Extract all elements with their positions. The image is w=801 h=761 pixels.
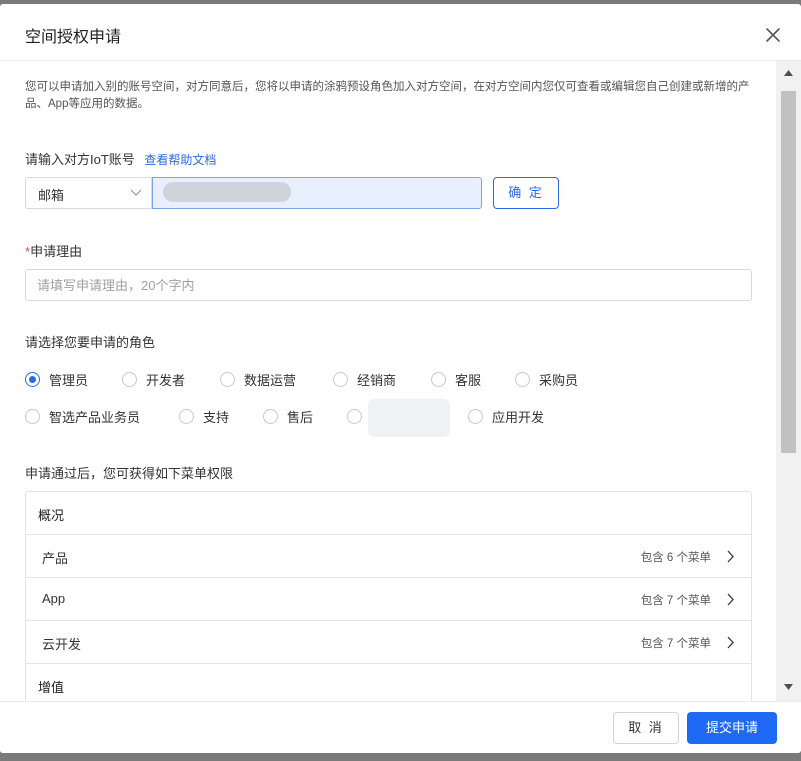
role-radio-app-dev[interactable]: 应用开发 (468, 406, 544, 426)
help-doc-link[interactable]: 查看帮助文档 (144, 153, 216, 167)
account-label-row: 请输入对方IoT账号 查看帮助文档 (25, 149, 216, 168)
account-input[interactable] (152, 177, 482, 209)
chevron-right-icon (727, 593, 734, 606)
radio-icon (179, 408, 194, 424)
permission-name: 概况 (38, 508, 65, 523)
radio-icon (333, 371, 348, 387)
role-label: 管理员 (49, 372, 89, 388)
close-button[interactable] (760, 22, 786, 48)
role-radio-admin[interactable]: 管理员 (25, 369, 88, 389)
permission-name: 产品 (42, 551, 69, 566)
intro-text: 您可以申请加入别的账号空间，对方同意后，您将以申请的涂鸦预设角色加入对方空间，在… (25, 81, 750, 110)
permission-count: 包含 6 个菜单 (640, 552, 711, 564)
chevron-right-icon (727, 636, 734, 649)
permission-group-value-added[interactable]: 增值 (26, 664, 751, 701)
dialog-body: 您可以申请加入别的账号空间，对方同意后，您将以申请的涂鸦预设角色加入对方空间，在… (0, 61, 776, 701)
account-label: 请输入对方IoT账号 (25, 152, 135, 167)
radio-icon (515, 371, 530, 387)
close-icon (766, 28, 780, 42)
permissions-label: 申请通过后，您可获得如下菜单权限 (25, 466, 234, 481)
redacted-account-value (163, 182, 291, 202)
confirm-account-button[interactable]: 确 定 (493, 177, 559, 209)
role-radio-product-sales[interactable]: 智选产品业务员 (25, 406, 140, 426)
role-radio-dealer[interactable]: 经销商 (333, 369, 396, 389)
permission-group-overview[interactable]: 概况 (26, 492, 751, 535)
role-label: 经销商 (357, 372, 397, 388)
radio-icon (25, 408, 40, 424)
vertical-scrollbar[interactable] (776, 61, 801, 701)
permission-name: 增值 (38, 680, 65, 695)
cancel-button[interactable]: 取 消 (613, 712, 679, 744)
permission-count: 包含 7 个菜单 (640, 595, 711, 607)
reason-label-row: *申请理由 (25, 241, 82, 260)
role-radio-support[interactable]: 支持 (179, 406, 229, 426)
scroll-down-icon[interactable] (783, 683, 794, 691)
role-label: 开发者 (146, 372, 186, 388)
permission-row-app[interactable]: App 包含 7 个菜单 (26, 578, 751, 621)
dialog-footer: 取 消 提交申请 (0, 701, 801, 753)
role-label: 数据运营 (244, 372, 297, 388)
radio-selected-icon (25, 371, 40, 387)
role-radio-developer[interactable]: 开发者 (122, 369, 185, 389)
radio-icon (122, 371, 137, 387)
permissions-table: 概况 产品 包含 6 个菜单 App 包含 7 个菜单 云开发 包含 7 个菜单 (25, 491, 752, 701)
radio-icon (468, 408, 483, 424)
radio-icon (263, 408, 278, 424)
radio-icon (347, 408, 362, 424)
scrollbar-thumb[interactable] (781, 91, 796, 453)
permission-name: App (42, 591, 66, 606)
scroll-up-icon[interactable] (783, 69, 794, 77)
role-radio-support-service[interactable]: 客服 (431, 369, 481, 389)
radio-icon (431, 371, 446, 387)
dialog-title: 空间授权申请 (25, 29, 122, 46)
account-type-select[interactable]: 邮箱 (25, 177, 152, 209)
dialog-header: 空间授权申请 (0, 4, 801, 61)
permission-name: 云开发 (42, 637, 82, 652)
account-type-value: 邮箱 (38, 188, 65, 203)
role-label: 应用开发 (492, 409, 545, 425)
reason-label: 申请理由 (30, 244, 83, 259)
submit-application-button[interactable]: 提交申请 (687, 712, 777, 744)
roles-label: 请选择您要申请的角色 (25, 335, 156, 350)
role-label: 售后 (287, 409, 314, 425)
space-authorization-dialog: 空间授权申请 您可以申请加入别的账号空间，对方同意后，您将以申请的涂鸦预设角色加… (0, 4, 801, 753)
permission-row-cloud-dev[interactable]: 云开发 包含 7 个菜单 (26, 621, 751, 664)
permission-row-product[interactable]: 产品 包含 6 个菜单 (26, 535, 751, 578)
role-label: 智选产品业务员 (49, 409, 141, 425)
reason-input[interactable] (25, 269, 752, 301)
role-label: 采购员 (539, 372, 579, 388)
role-label: 客服 (455, 372, 482, 388)
role-radio-data-ops[interactable]: 数据运营 (220, 369, 296, 389)
role-radio-after-sales[interactable]: 售后 (263, 406, 313, 426)
role-label: 支持 (203, 409, 230, 425)
role-radio-purchaser[interactable]: 采购员 (515, 369, 578, 389)
chevron-right-icon (727, 550, 734, 563)
redacted-role-label (368, 399, 450, 437)
radio-icon (220, 371, 235, 387)
permission-count: 包含 7 个菜单 (640, 638, 711, 650)
chevron-down-icon (130, 189, 142, 196)
